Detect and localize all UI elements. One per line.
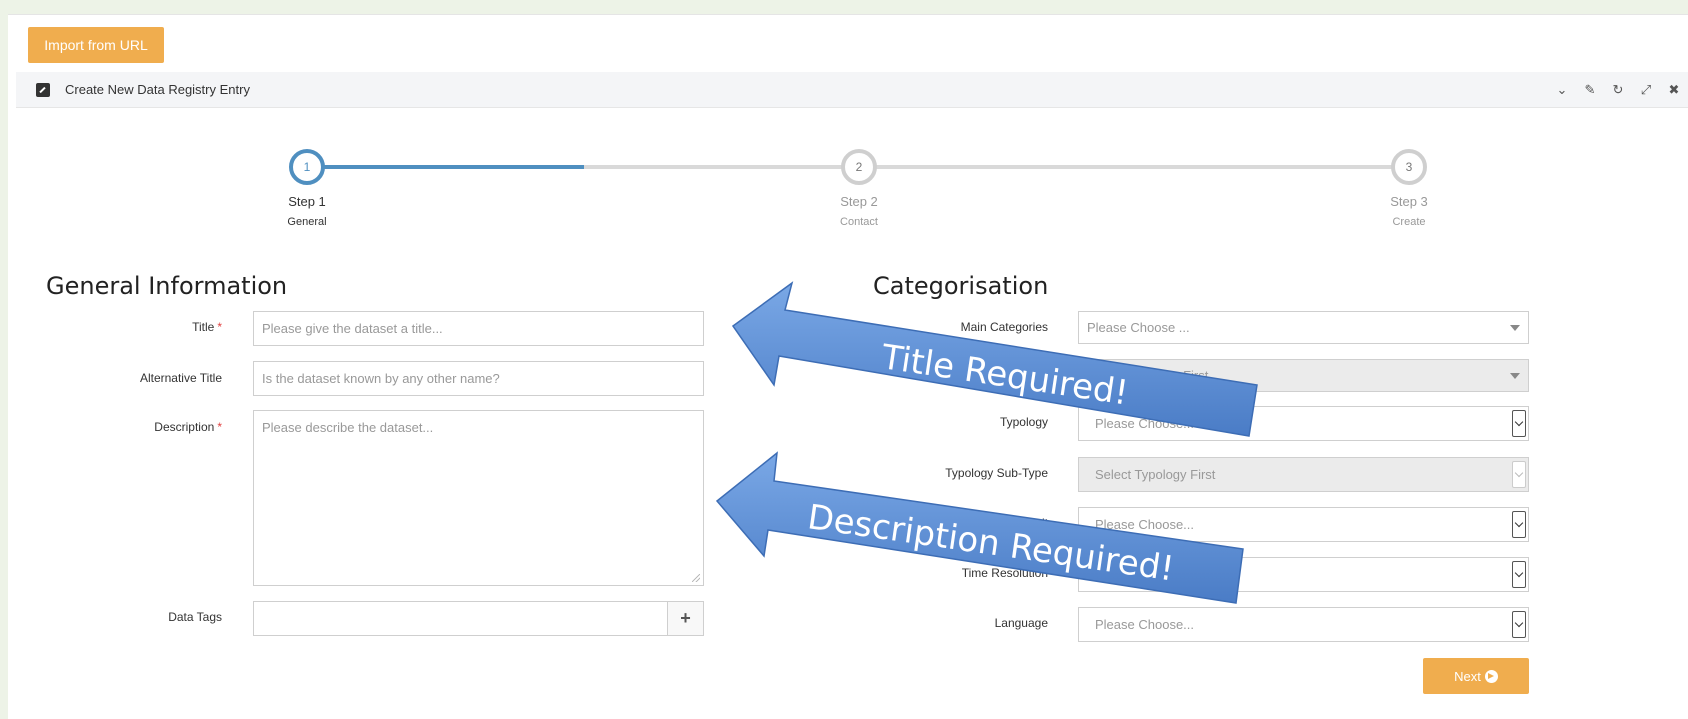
wizard-step-3-sub: Create xyxy=(1392,216,1426,228)
expand-icon[interactable]: ⤢ xyxy=(1638,82,1654,98)
typology-select[interactable]: Please Choose... xyxy=(1078,406,1529,441)
panel-title: Create New Data Registry Entry xyxy=(65,82,250,97)
title-label-text: Title xyxy=(192,320,215,334)
chevron-down-icon[interactable] xyxy=(1512,611,1526,638)
unit-select[interactable]: Please Choose... xyxy=(1078,507,1529,542)
next-button[interactable]: Next xyxy=(1423,658,1529,694)
wizard-progress xyxy=(307,165,584,169)
typology-subtype-select[interactable]: Select Typology First xyxy=(1078,457,1529,492)
unit-value: Please Choose... xyxy=(1095,517,1195,532)
next-label: Next xyxy=(1454,668,1481,684)
title-label: Title * xyxy=(100,320,222,334)
language-value: Please Choose... xyxy=(1095,617,1195,632)
sub-category-select[interactable]: Select Category First xyxy=(1078,359,1529,392)
wizard-step-3-circle[interactable]: 3 xyxy=(1391,149,1427,185)
description-label: Description * xyxy=(100,420,222,434)
chevron-down-icon xyxy=(1512,461,1526,488)
wizard-step-1-label: Step 1 xyxy=(288,194,326,209)
title-input[interactable]: Please give the dataset a title... xyxy=(253,311,704,346)
main-categories-value: Please Choose ... xyxy=(1087,320,1190,335)
refresh-icon[interactable]: ↻ xyxy=(1610,82,1626,98)
data-tags-input[interactable]: + xyxy=(253,601,704,636)
external-link-icon xyxy=(36,82,50,97)
alt-title-label: Alternative Title xyxy=(139,371,222,385)
chevron-down-icon xyxy=(1510,324,1520,331)
panel-tools: ⌄ ✎ ↻ ⤢ ✖ xyxy=(1554,72,1682,108)
chevron-down-icon[interactable] xyxy=(1512,561,1526,588)
main-categories-select[interactable]: Please Choose ... xyxy=(1078,311,1529,344)
arrow-circle-right-icon xyxy=(1484,669,1498,683)
wizard-step-1-circle[interactable]: 1 xyxy=(289,149,325,185)
categorisation-heading: Categorisation xyxy=(873,272,1049,300)
time-resolution-label: Time Resolution xyxy=(961,566,1048,580)
typology-value: Please Choose... xyxy=(1095,416,1195,431)
panel-header: Create New Data Registry Entry ⌄ ✎ ↻ ⤢ ✖ xyxy=(16,72,1688,108)
collapse-icon[interactable]: ⌄ xyxy=(1554,82,1570,98)
wizard-step-2-sub: Contact xyxy=(840,216,878,228)
required-mark: * xyxy=(217,320,222,334)
wizard-step-2-label: Step 2 xyxy=(840,194,878,209)
general-heading: General Information xyxy=(46,272,288,300)
language-label: Language xyxy=(994,616,1048,630)
description-textarea[interactable]: Please describe the dataset... xyxy=(253,410,704,586)
wizard-step-3-label: Step 3 xyxy=(1390,194,1428,209)
typology-subtype-label: Typology Sub-Type xyxy=(945,466,1048,480)
language-select[interactable]: Please Choose... xyxy=(1078,607,1529,642)
main-categories-label: Main Categories xyxy=(960,320,1048,334)
chevron-down-icon[interactable] xyxy=(1512,410,1526,437)
wizard-step-1-sub: General xyxy=(287,216,327,228)
chevron-down-icon xyxy=(1510,372,1520,379)
import-from-url-button[interactable]: Import from URL xyxy=(28,27,164,63)
data-tags-label: Data Tags xyxy=(168,610,222,624)
typology-label: Typology xyxy=(999,415,1048,429)
chevron-down-icon[interactable] xyxy=(1512,511,1526,538)
close-icon[interactable]: ✖ xyxy=(1666,82,1682,98)
wrench-icon[interactable]: ✎ xyxy=(1582,82,1598,98)
required-mark: * xyxy=(217,420,222,434)
add-tag-button[interactable]: + xyxy=(667,602,703,635)
wizard-step-2-circle[interactable]: 2 xyxy=(841,149,877,185)
description-placeholder: Please describe the dataset... xyxy=(262,420,434,435)
description-label-text: Description xyxy=(154,420,215,434)
alt-title-input[interactable]: Is the dataset known by any other name? xyxy=(253,361,704,396)
typology-subtype-value: Select Typology First xyxy=(1095,467,1216,482)
resize-grip-icon[interactable] xyxy=(692,574,700,582)
